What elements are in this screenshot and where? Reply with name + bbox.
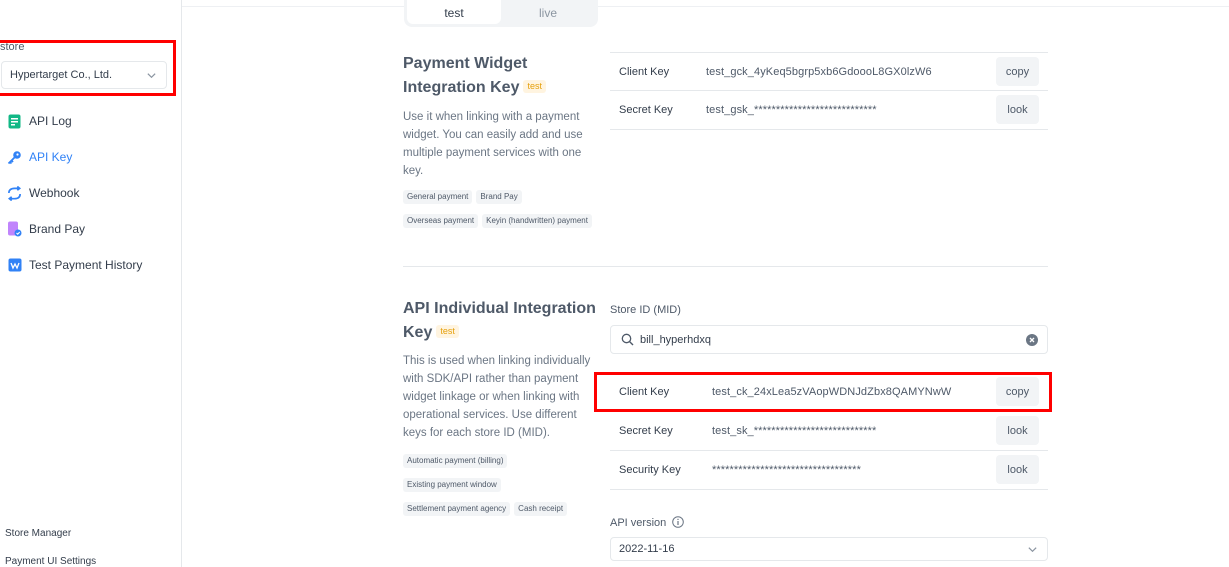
widget-description: Use it when linking with a payment widge… — [403, 111, 583, 177]
individual-chips: Automatic payment (billing) Existing pay… — [403, 450, 603, 522]
sidebar-item-api-key[interactable]: API Key — [0, 139, 182, 175]
chip: Existing payment window — [403, 478, 501, 492]
api-version-select[interactable]: 2022-11-16 — [610, 537, 1048, 561]
sidebar: store Hypertarget Co., Ltd. API Log API … — [0, 0, 182, 567]
chip: General payment — [403, 190, 473, 204]
tab-test[interactable]: test — [407, 0, 501, 24]
individual-title-line1: API Individual Integration — [403, 300, 596, 317]
chip: Cash receipt — [514, 502, 568, 516]
chip: Automatic payment (billing) — [403, 454, 508, 468]
environment-tabs: test live — [404, 0, 598, 27]
mid-label: Store ID (MID) — [610, 304, 681, 316]
key-label: Client Key — [619, 386, 670, 398]
key-label: Client Key — [619, 65, 670, 78]
api-version-label: API version — [610, 517, 667, 529]
chevron-down-icon — [1027, 544, 1038, 558]
store-select[interactable]: Hypertarget Co., Ltd. — [1, 61, 167, 89]
sidebar-item-brand-pay[interactable]: Brand Pay — [0, 211, 182, 247]
test-badge: test — [523, 80, 546, 93]
individual-description: This is used when linking individually w… — [403, 355, 591, 439]
widget-secret-key-row: Secret Key test_gsk_********************… — [610, 91, 1048, 130]
widget-key-table: Client Key test_gck_4yKeq5bgrp5xb6GdoooL… — [610, 52, 1048, 130]
chip: Brand Pay — [476, 190, 522, 204]
individual-title-line2: Key — [403, 324, 433, 341]
section-divider — [403, 266, 1048, 267]
sidebar-store-manager-link[interactable]: Store Manager — [5, 528, 71, 539]
key-label: Secret Key — [619, 104, 673, 116]
sidebar-item-webhook[interactable]: Webhook — [0, 175, 182, 211]
top-divider — [0, 6, 1229, 7]
look-button[interactable]: look — [996, 95, 1039, 124]
chip: Settlement payment agency — [403, 502, 511, 516]
chip: Keyin (handwritten) payment — [482, 214, 592, 228]
mid-input[interactable] — [640, 333, 1026, 346]
copy-button[interactable]: copy — [996, 377, 1039, 406]
copy-button[interactable]: copy — [996, 57, 1039, 86]
chevron-down-icon — [146, 70, 157, 84]
widget-chips: General payment Brand Pay Overseas paymen… — [403, 186, 603, 234]
look-button[interactable]: look — [996, 455, 1039, 484]
clear-icon[interactable] — [1026, 333, 1038, 346]
widget-title-line2: Integration Key — [403, 79, 520, 96]
individual-key-table: Client Key test_ck_24xLea5zVAopWDNJdZbx8… — [610, 373, 1048, 490]
individual-client-key-row: Client Key test_ck_24xLea5zVAopWDNJdZbx8… — [610, 373, 1048, 412]
mid-search-field — [610, 325, 1048, 354]
individual-section-title: API Individual Integration Key test — [403, 297, 596, 345]
sidebar-nav: API Log API Key Webhook Brand Pay Test P… — [0, 103, 182, 283]
key-icon — [7, 150, 22, 165]
store-select-value: Hypertarget Co., Ltd. — [10, 69, 113, 81]
test-badge: test — [436, 325, 459, 338]
individual-secret-key-row: Secret Key test_sk_*********************… — [610, 412, 1048, 451]
sidebar-payment-ui-settings-link[interactable]: Payment UI Settings — [5, 556, 96, 567]
sidebar-item-test-payment-history[interactable]: Test Payment History — [0, 247, 182, 283]
key-label: Security Key — [619, 464, 681, 476]
individual-security-key-row: Security Key ***************************… — [610, 451, 1048, 490]
sidebar-item-label: API Key — [29, 150, 73, 164]
widget-client-key-row: Client Key test_gck_4yKeq5bgrp5xb6GdoooL… — [610, 52, 1048, 91]
sidebar-item-label: Webhook — [29, 186, 80, 200]
info-icon[interactable] — [672, 516, 685, 528]
sidebar-item-label: API Log — [29, 114, 72, 128]
api-version-label-row: API version — [610, 516, 685, 529]
search-icon — [621, 333, 634, 346]
sidebar-item-api-log[interactable]: API Log — [0, 103, 182, 139]
store-label: store — [0, 41, 25, 53]
sidebar-item-label: Brand Pay — [29, 222, 86, 236]
widget-section-title: Payment Widget Integration Key test — [403, 52, 546, 100]
refresh-icon — [7, 185, 22, 201]
api-version-value: 2022-11-16 — [619, 543, 675, 555]
sidebar-item-label: Test Payment History — [29, 258, 143, 272]
chip: Overseas payment — [403, 214, 479, 228]
key-label: Secret Key — [619, 425, 673, 437]
test-history-icon — [7, 258, 22, 273]
document-icon — [7, 114, 22, 129]
look-button[interactable]: look — [996, 416, 1039, 445]
widget-title-line1: Payment Widget — [403, 55, 528, 72]
brand-pay-icon — [7, 221, 22, 237]
tab-live[interactable]: live — [501, 0, 595, 24]
